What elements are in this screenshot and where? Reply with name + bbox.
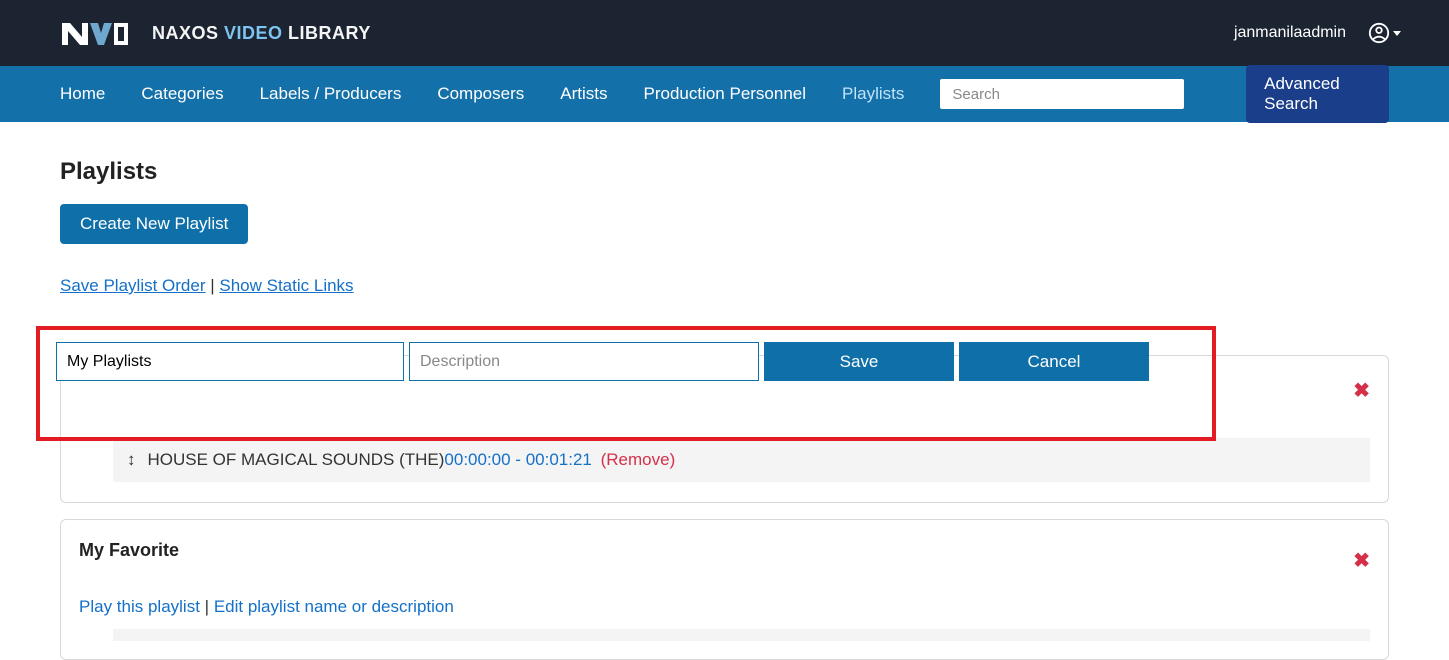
playlist-description-input[interactable] [409,342,759,381]
track-row-placeholder [113,629,1370,641]
playlist-name-input[interactable] [56,342,404,381]
nav-playlists[interactable]: Playlists [842,84,904,104]
nav-production-personnel[interactable]: Production Personnel [643,84,806,104]
account-menu[interactable] [1368,22,1401,44]
edit-playlist-link[interactable]: Edit playlist name or description [214,597,454,616]
nav-categories[interactable]: Categories [141,84,223,104]
advanced-search-button[interactable]: Advanced Search [1246,65,1389,123]
show-static-links-link[interactable]: Show Static Links [219,276,353,295]
delete-playlist-button[interactable]: ✖ [1353,378,1370,403]
logo[interactable] [60,17,130,49]
nav-artists[interactable]: Artists [560,84,607,104]
remove-track-link[interactable]: (Remove) [601,450,676,470]
playlist-title: My Favorite [79,540,1370,561]
nav-composers[interactable]: Composers [437,84,524,104]
nav-home[interactable]: Home [60,84,105,104]
brand-text: NAXOS VIDEO LIBRARY [152,23,371,44]
user-circle-icon [1368,22,1390,44]
track-time-link[interactable]: 00:00:00 - 00:01:21 [444,450,591,470]
delete-playlist-button[interactable]: ✖ [1353,548,1370,573]
page-title: Playlists [60,158,1389,186]
save-button[interactable]: Save [764,342,954,381]
separator: | [210,276,219,295]
chevron-down-icon [1393,31,1401,36]
separator: | [205,597,214,616]
track-title: HOUSE OF MAGICAL SOUNDS (THE) [148,450,445,470]
cancel-button[interactable]: Cancel [959,342,1149,381]
drag-handle-icon[interactable]: ↕ [127,450,136,470]
username-label[interactable]: janmanilaadmin [1234,24,1346,42]
search-input[interactable] [940,79,1184,109]
highlight-annotation: Save Cancel [36,326,1216,441]
create-playlist-button[interactable]: Create New Playlist [60,204,248,244]
play-playlist-link[interactable]: Play this playlist [79,597,200,616]
playlist-card: My Favorite ✖ Play this playlist | Edit … [60,519,1389,660]
nav-labels[interactable]: Labels / Producers [260,84,402,104]
track-row[interactable]: ↕ HOUSE OF MAGICAL SOUNDS (THE) 00:00:00… [113,438,1370,482]
save-playlist-order-link[interactable]: Save Playlist Order [60,276,206,295]
